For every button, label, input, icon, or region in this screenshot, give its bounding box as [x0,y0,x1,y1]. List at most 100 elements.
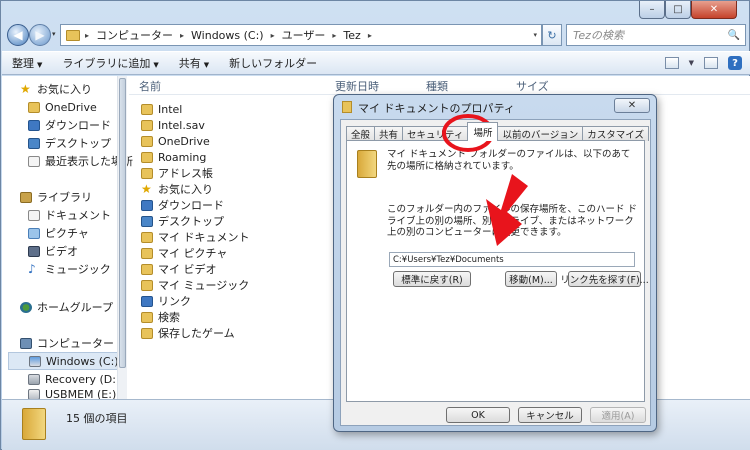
file-name: デスクトップ [158,215,224,228]
change-view-icon[interactable] [664,57,679,69]
breadcrumb-separator-icon[interactable]: ▸ [83,31,91,40]
new-folder-button[interactable]: 新しいフォルダー [219,55,327,71]
list-item[interactable]: マイ ピクチャ [141,245,227,261]
address-bar[interactable]: ▸ コンピューター ▸ Windows (C:) ▸ ユーザー ▸ Tez ▸ … [60,24,542,46]
list-item[interactable]: マイ ドキュメント [141,229,250,245]
tab-security[interactable]: セキュリティ [402,126,469,141]
desktop-icon [141,215,153,227]
tab-sharing[interactable]: 共有 [374,126,404,141]
list-item[interactable]: デスクトップ [141,213,224,229]
share-menu[interactable]: 共有 ▼ [169,55,219,71]
dialog-close-button[interactable]: ✕ [614,98,650,113]
move-button[interactable]: 移動(M)... [505,271,557,287]
file-name: マイ ビデオ [158,263,217,276]
sidebar-item-windows-c[interactable]: Windows (C:) [8,352,122,370]
item-count: 15 個の項目 [66,412,128,425]
preview-pane-icon[interactable] [704,57,718,69]
refresh-icon: ↻ [547,28,557,42]
breadcrumb-separator-icon[interactable]: ▸ [330,31,338,40]
file-name: Roaming [158,150,207,164]
file-name: 検索 [158,311,180,324]
file-name: OneDrive [158,134,210,148]
contacts-folder-icon [141,167,153,179]
refresh-button[interactable]: ↻ [542,24,562,46]
history-dropdown[interactable]: ▾ [52,30,56,38]
column-header-size[interactable]: サイズ [516,78,549,94]
search-input[interactable]: Tezの検索 🔍 [566,24,746,46]
breadcrumb-users[interactable]: ユーザー [277,27,331,43]
navigation-pane: ★ お気に入り OneDrive ダウンロード デスクトップ 最近表示した場所 ラ… [2,76,133,400]
tab-previous-versions[interactable]: 以前のバージョン [497,126,584,141]
list-item[interactable]: 検索 [141,309,180,325]
breadcrumb-separator-icon[interactable]: ▸ [178,31,186,40]
folder-icon [22,408,46,440]
tab-general[interactable]: 全般 [346,126,376,141]
organize-label: 整理 [12,57,34,70]
tab-customize[interactable]: カスタマイズ [582,126,650,141]
chevron-down-icon: ▼ [153,61,159,69]
cancel-button[interactable]: キャンセル [518,407,582,423]
breadcrumb-windows-c[interactable]: Windows (C:) [186,29,269,42]
column-header-modified[interactable]: 更新日時 [335,78,379,94]
location-path-field[interactable]: C:¥Users¥Tez¥Documents [389,252,635,267]
sidebar-item-label: Windows (C:) [46,354,119,368]
sidebar-item-label: ホームグループ [37,301,114,314]
breadcrumb-separator-icon[interactable]: ▸ [269,31,277,40]
back-button[interactable]: ◀ [7,24,29,46]
sidebar-item-label: デスクトップ [45,137,111,150]
breadcrumb-computer[interactable]: コンピューター [91,27,178,43]
sidebar-item-label: Recovery (D:) [45,372,121,386]
search-folder-icon [141,311,153,323]
list-item[interactable]: Intel.sav [141,117,205,133]
tab-strip: 全般 共有 セキュリティ 場所 以前のバージョン カスタマイズ [346,122,650,141]
search-placeholder: Tezの検索 [573,29,624,42]
scrollbar-thumb[interactable] [119,78,126,368]
minimize-button[interactable]: – [639,1,665,19]
search-icon: 🔍 [727,29,740,41]
computer-icon [20,337,32,349]
breadcrumb-tez[interactable]: Tez [338,29,365,42]
list-item[interactable]: アドレス帳 [141,165,213,181]
organize-menu[interactable]: 整理 ▼ [2,55,52,71]
recent-places-icon [28,155,40,167]
folder-icon [357,150,377,178]
add-to-library-menu[interactable]: ライブラリに追加 ▼ [52,55,168,71]
list-item[interactable]: Intel [141,101,182,117]
shortcut-folder-icon [141,263,153,275]
list-item[interactable]: Roaming [141,149,206,165]
list-item[interactable]: マイ ビデオ [141,261,217,277]
shortcut-folder-icon [141,279,153,291]
close-button[interactable]: ✕ [691,1,737,19]
shortcut-folder-icon [141,231,153,243]
help-icon[interactable]: ? [728,56,742,70]
forward-button[interactable]: ▶ [29,24,51,46]
list-item[interactable]: ★ お気に入り [141,181,213,197]
column-header-name[interactable]: 名前 [139,78,161,94]
desktop-icon [28,137,40,149]
navigation-bar: ◀ ▶ ▾ ▸ コンピューター ▸ Windows (C:) ▸ ユーザー ▸ … [1,21,750,49]
folder-icon [141,151,153,163]
sidebar-item-label: お気に入り [37,83,92,96]
restore-default-button[interactable]: 標準に戻す(R) [393,271,471,287]
sidebar-item-label: コンピューター [37,337,114,350]
folder-icon [141,135,153,147]
add-to-library-label: ライブラリに追加 [62,57,151,70]
breadcrumb-separator-icon[interactable]: ▸ [366,31,374,40]
ok-button[interactable]: OK [446,407,510,423]
shortcut-folder-icon [141,247,153,259]
library-icon [20,191,32,203]
maximize-button[interactable]: □ [665,1,691,19]
view-options-dropdown[interactable]: ▼ [689,59,694,67]
apply-button[interactable]: 適用(A) [590,407,646,423]
list-item[interactable]: リンク [141,293,191,309]
list-item[interactable]: マイ ミュージック [141,277,249,293]
find-target-button[interactable]: リンク先を探す(F)... [560,271,649,287]
folder-icon [342,101,352,113]
column-header-type[interactable]: 種類 [426,78,448,94]
sidebar-scrollbar[interactable] [117,76,127,399]
list-item[interactable]: OneDrive [141,133,210,149]
tab-location[interactable]: 場所 [467,122,499,141]
list-item[interactable]: 保存したゲーム [141,325,235,341]
list-item[interactable]: ダウンロード [141,197,224,213]
address-dropdown-icon[interactable]: ▾ [533,31,537,39]
